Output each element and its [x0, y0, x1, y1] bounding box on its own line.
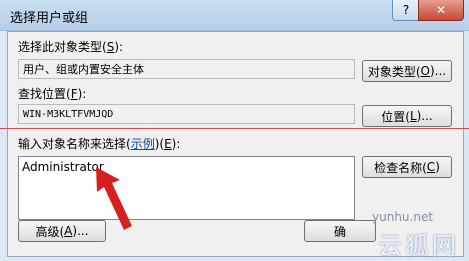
locations-button[interactable]: 位置(L)...	[362, 105, 452, 127]
object-names-label: 输入对象名称来选择(示例)(E):	[18, 137, 181, 151]
advanced-button[interactable]: 高级(A)...	[18, 220, 106, 242]
title-bar: 选择用户或组 ? ✕	[0, 0, 469, 31]
object-type-label: 选择此对象类型(S):	[18, 40, 124, 54]
help-icon: ?	[402, 3, 410, 17]
object-type-value: 用户、组或内置安全主体	[23, 63, 144, 76]
object-names-value: Administrator	[22, 160, 104, 174]
object-types-button[interactable]: 对象类型(O)...	[362, 60, 452, 82]
ok-button[interactable]: 确	[304, 220, 376, 242]
location-field: WIN-M3KLTFVMJQD	[18, 104, 355, 124]
location-value: WIN-M3KLTFVMJQD	[23, 109, 114, 120]
object-names-input[interactable]: Administrator	[18, 156, 355, 220]
close-icon: ✕	[435, 3, 447, 17]
watermark-brand: 云狐网	[378, 232, 459, 260]
object-type-field: 用户、组或内置安全主体	[18, 59, 355, 79]
annotation-line	[0, 128, 469, 129]
help-button[interactable]: ?	[392, 0, 420, 21]
examples-link[interactable]: 示例	[131, 137, 155, 151]
watermark-url: yunhu.net	[372, 210, 434, 224]
window-title: 选择用户或组	[10, 11, 89, 26]
check-names-button[interactable]: 检查名称(C)	[362, 156, 452, 178]
close-button[interactable]: ✕	[418, 0, 464, 21]
location-label: 查找位置(F):	[18, 87, 87, 101]
